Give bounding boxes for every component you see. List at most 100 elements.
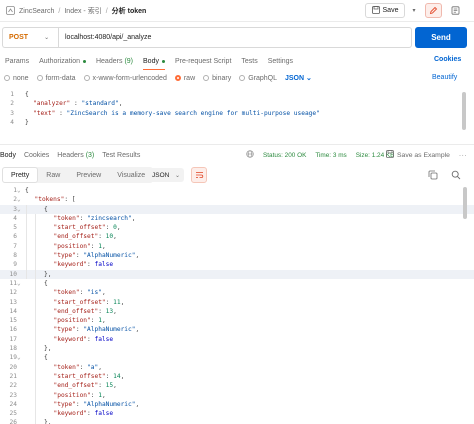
- fold-gutter: [17, 381, 25, 390]
- code-token: false: [94, 335, 114, 343]
- search-icon[interactable]: [451, 170, 461, 180]
- response-scrollbar[interactable]: [463, 187, 467, 219]
- response-status-bar: Status: 200 OK Time: 3 ms Size: 1.24 KB: [246, 149, 394, 161]
- fold-chevron-icon[interactable]: ⌄: [17, 279, 25, 288]
- view-tab-raw[interactable]: Raw: [38, 167, 68, 183]
- code-token: "is": [87, 289, 102, 297]
- code-token: {: [25, 187, 29, 194]
- code-token: "end_offset": [53, 382, 99, 390]
- beautify-link[interactable]: Beautify: [432, 74, 457, 81]
- fold-chevron-icon[interactable]: ⌄: [17, 353, 25, 362]
- code-token: "start_offset": [53, 372, 106, 380]
- code-token: "position": [53, 242, 91, 250]
- tab-test-results[interactable]: Test Results: [102, 152, 145, 159]
- send-button[interactable]: Send: [415, 27, 467, 48]
- tab-settings[interactable]: Settings: [263, 54, 298, 68]
- tab-body[interactable]: Body: [0, 152, 21, 159]
- code-token: "keyword": [53, 261, 88, 269]
- code-token: "end_offset": [53, 233, 99, 241]
- breadcrumb-request[interactable]: 分析 token: [112, 6, 147, 16]
- code-token: ,: [98, 363, 102, 371]
- view-mode-switch: Pretty Raw Preview Visualize: [2, 167, 154, 183]
- tab-authorization[interactable]: Authorization: [34, 54, 91, 68]
- code-token: "token": [53, 214, 80, 222]
- line-number: 19: [9, 354, 17, 362]
- response-body-viewer[interactable]: 1 ⌄{2 ⌄ "tokens": [3 ⌄{4 "token": "zincsearch…: [0, 186, 474, 424]
- fold-chevron-icon[interactable]: ⌄: [17, 195, 25, 204]
- tab-pre-request-script[interactable]: Pre-request Script: [170, 54, 236, 68]
- tab-body[interactable]: Body: [138, 54, 170, 70]
- language-select[interactable]: JSON ⌄: [285, 74, 312, 82]
- status-code[interactable]: Status: 200 OK: [263, 152, 306, 159]
- breadcrumb-collection[interactable]: ZincSearch: [19, 8, 54, 15]
- line-number: 18: [9, 345, 17, 353]
- view-tab-preview[interactable]: Preview: [68, 167, 109, 183]
- line-number: 11: [9, 279, 17, 287]
- tab-label: Body: [143, 57, 159, 65]
- body-type-urlencoded-label: x-www-form-urlencoded: [92, 74, 167, 82]
- code-token: 15: [105, 382, 114, 390]
- format-select[interactable]: JSON ⌄: [148, 168, 184, 182]
- cookies-link[interactable]: Cookies: [434, 56, 461, 63]
- breadcrumb: ZincSearch / Index - 索引 / 分析 token: [6, 5, 146, 17]
- fold-gutter: [17, 400, 25, 409]
- code-line: 25 "keyword": false: [0, 409, 474, 418]
- tab-headers[interactable]: Headers (9): [91, 54, 138, 68]
- code-line: 14 "end_offset": 13,: [0, 307, 474, 316]
- code-token: ,: [131, 214, 136, 222]
- chevron-down-icon: ⌄: [306, 75, 312, 82]
- code-line: 10},: [0, 269, 474, 279]
- tab-headers[interactable]: Headers (3): [57, 152, 99, 159]
- request-scrollbar[interactable]: [462, 92, 466, 130]
- view-tab-pretty[interactable]: Pretty: [2, 167, 39, 183]
- code-line: 2 "analyzer" : "standard",: [0, 99, 474, 108]
- save-label: Save: [382, 7, 399, 14]
- code-token: "zincsearch": [87, 214, 132, 222]
- code-token: "ZincSearch is a memory-save search engi…: [66, 109, 320, 117]
- body-type-graphql[interactable]: GraphQL: [239, 75, 277, 82]
- body-type-raw[interactable]: raw: [174, 74, 196, 82]
- body-type-binary[interactable]: binary: [203, 75, 231, 82]
- fold-gutter: [17, 316, 25, 325]
- body-type-raw-label: raw: [183, 74, 196, 82]
- save-as-example-button[interactable]: Save as Example ···: [386, 149, 467, 161]
- code-token: :: [87, 410, 95, 418]
- wrap-lines-icon[interactable]: [191, 167, 207, 183]
- response-time[interactable]: Time: 3 ms: [315, 152, 346, 159]
- body-type-form-data[interactable]: form-data: [36, 75, 76, 82]
- copy-icon[interactable]: [428, 170, 438, 180]
- tab-cookies[interactable]: Cookies: [24, 152, 54, 159]
- code-line: 26},: [0, 418, 474, 424]
- tab-params[interactable]: Params: [0, 54, 34, 68]
- code-token: 11: [113, 298, 121, 306]
- code-token: "keyword": [53, 410, 88, 418]
- request-body-editor[interactable]: 1{ 2 "analyzer" : "standard", 3 "text" : "…: [0, 90, 474, 130]
- code-token: "token": [53, 289, 80, 297]
- body-type-none[interactable]: none: [4, 75, 29, 82]
- indent-guide: [26, 204, 27, 279]
- line-number: 25: [9, 410, 17, 418]
- line-number: 14: [9, 307, 17, 315]
- body-type-urlencoded[interactable]: x-www-form-urlencoded: [83, 74, 167, 82]
- code-line: 4 "token": "zincsearch",: [0, 214, 474, 223]
- view-tab-visualize[interactable]: Visualize: [109, 167, 153, 183]
- tab-label: Pre-request Script: [174, 57, 232, 65]
- fold-gutter: [17, 223, 25, 232]
- documentation-icon[interactable]: [447, 3, 464, 18]
- method-select[interactable]: POST ⌄: [2, 27, 58, 48]
- fold-chevron-icon[interactable]: ⌄: [17, 186, 25, 195]
- breadcrumb-folder[interactable]: Index - 索引: [64, 6, 101, 16]
- more-icon[interactable]: ···: [459, 152, 467, 159]
- tab-tests[interactable]: Tests: [236, 54, 262, 68]
- line-number: 9: [13, 261, 17, 269]
- code-line: 13 "start_offset": 11,: [0, 298, 474, 307]
- save-button[interactable]: Save: [365, 3, 405, 18]
- code-token: "AlphaNumeric": [83, 400, 136, 408]
- code-line: 9 "keyword": false: [0, 260, 474, 269]
- save-dropdown-chevron-icon[interactable]: ▾: [408, 3, 420, 18]
- code-line: 23 "position": 1,: [0, 391, 474, 400]
- code-line: 4}: [0, 118, 474, 127]
- edit-icon[interactable]: [425, 3, 442, 18]
- url-input[interactable]: localhost:4080/api/_analyze: [58, 27, 412, 48]
- fold-chevron-icon[interactable]: ⌄: [17, 205, 25, 214]
